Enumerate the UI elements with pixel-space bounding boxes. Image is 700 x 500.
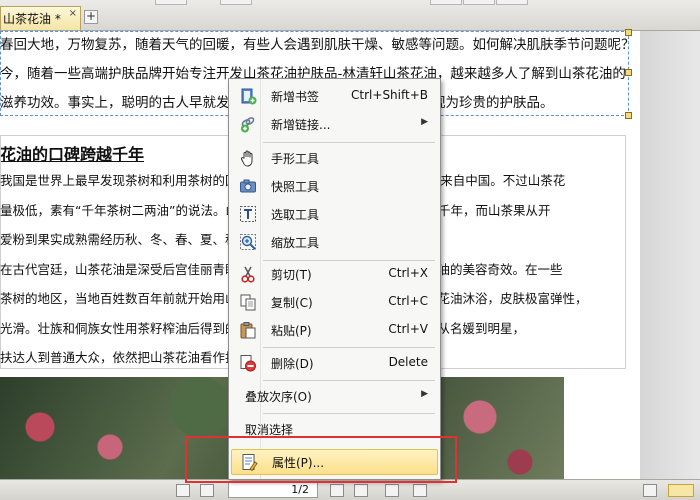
menu-separator <box>263 347 435 348</box>
text-select-icon <box>240 206 256 222</box>
menu-item-shortcut: Ctrl+C <box>388 294 428 308</box>
close-icon[interactable]: × <box>69 8 77 19</box>
link-add-icon <box>241 117 255 133</box>
delete-icon <box>240 355 256 372</box>
resize-handle[interactable] <box>625 69 632 76</box>
menu-item-label: 粘贴(P) <box>271 324 312 338</box>
menu-item-select-tool[interactable]: 选取工具 <box>231 202 438 226</box>
continuous-view-icon[interactable] <box>668 484 694 497</box>
menu-item-zoom-tool[interactable]: 缩放工具 <box>231 230 438 254</box>
toolbar-stub[interactable] <box>463 0 495 5</box>
toolbar-stub[interactable] <box>496 0 528 5</box>
last-page-icon[interactable] <box>354 484 368 497</box>
menu-item-copy[interactable]: 复制(C) Ctrl+C <box>231 290 438 314</box>
menu-item-label: 新增书签 <box>271 90 320 104</box>
menu-separator <box>263 142 435 143</box>
menu-item-cut[interactable]: 剪切(T) Ctrl+X <box>231 262 438 286</box>
camera-icon <box>240 179 256 193</box>
menu-item-stacking-order[interactable]: 叠放次序(O) ▶ <box>231 384 438 408</box>
menu-item-label: 缩放工具 <box>271 236 320 250</box>
hand-tool-icon <box>240 150 253 167</box>
menu-item-add-bookmark[interactable]: 新增书签 Ctrl+Shift+B <box>231 84 438 108</box>
page-current: 1 <box>291 483 299 496</box>
paste-icon <box>240 322 256 339</box>
menu-item-label: 删除(D) <box>271 357 314 371</box>
menu-item-add-link[interactable]: 新增链接... ▶ <box>231 112 438 136</box>
menu-item-shortcut: Ctrl+Shift+B <box>351 88 428 102</box>
prev-page-icon[interactable] <box>200 484 214 497</box>
menu-item-shortcut: Delete <box>388 355 428 369</box>
menu-item-label: 复制(C) <box>271 296 313 310</box>
menu-item-label: 手形工具 <box>271 152 320 166</box>
toolbar-stub[interactable] <box>220 0 252 5</box>
new-tab-button[interactable]: + <box>84 10 98 24</box>
tab-bar: 山茶花油 * × + <box>0 0 700 31</box>
menu-separator <box>263 260 435 261</box>
menu-item-snapshot-tool[interactable]: 快照工具 <box>231 174 438 198</box>
document-tab-title: 山茶花油 * <box>3 12 61 26</box>
menu-item-label: 剪切(T) <box>271 268 312 282</box>
menu-item-delete[interactable]: 删除(D) Delete <box>231 351 438 375</box>
menu-separator <box>263 413 435 414</box>
single-page-view-icon[interactable] <box>643 484 657 497</box>
nav-forward-icon[interactable] <box>413 484 427 497</box>
page-total: 2 <box>302 483 309 496</box>
page-number-field[interactable]: 1/2 <box>228 482 318 498</box>
resize-handle[interactable] <box>625 112 632 119</box>
menu-item-label: 快照工具 <box>271 180 320 194</box>
resize-handle[interactable] <box>625 29 632 36</box>
menu-separator <box>263 380 435 381</box>
submenu-arrow-icon: ▶ <box>421 389 428 399</box>
document-tab[interactable]: 山茶花油 * × <box>0 6 81 30</box>
menu-item-paste[interactable]: 粘贴(P) Ctrl+V <box>231 318 438 342</box>
submenu-arrow-icon: ▶ <box>421 117 428 127</box>
annotation-highlight-box <box>185 436 457 483</box>
menu-item-shortcut: Ctrl+X <box>388 266 428 280</box>
menu-item-label: 叠放次序(O) <box>245 390 312 404</box>
scroll-area[interactable] <box>640 31 700 479</box>
next-page-icon[interactable] <box>330 484 344 497</box>
menu-item-label: 选取工具 <box>271 208 320 222</box>
copy-icon <box>240 294 256 311</box>
toolbar-stub[interactable] <box>155 0 187 5</box>
first-page-icon[interactable] <box>176 484 190 497</box>
menu-item-label: 新增链接... <box>271 118 331 132</box>
nav-back-icon[interactable] <box>385 484 399 497</box>
toolbar-stub[interactable] <box>430 0 462 5</box>
zoom-icon <box>240 234 256 250</box>
menu-item-hand-tool[interactable]: 手形工具 <box>231 146 438 170</box>
menu-item-shortcut: Ctrl+V <box>388 322 428 336</box>
scissors-icon <box>241 266 255 283</box>
context-menu: 新增书签 Ctrl+Shift+B 新增链接... ▶ 手形工具 快照工具 选取… <box>228 78 441 480</box>
bookmark-add-icon <box>241 88 257 105</box>
